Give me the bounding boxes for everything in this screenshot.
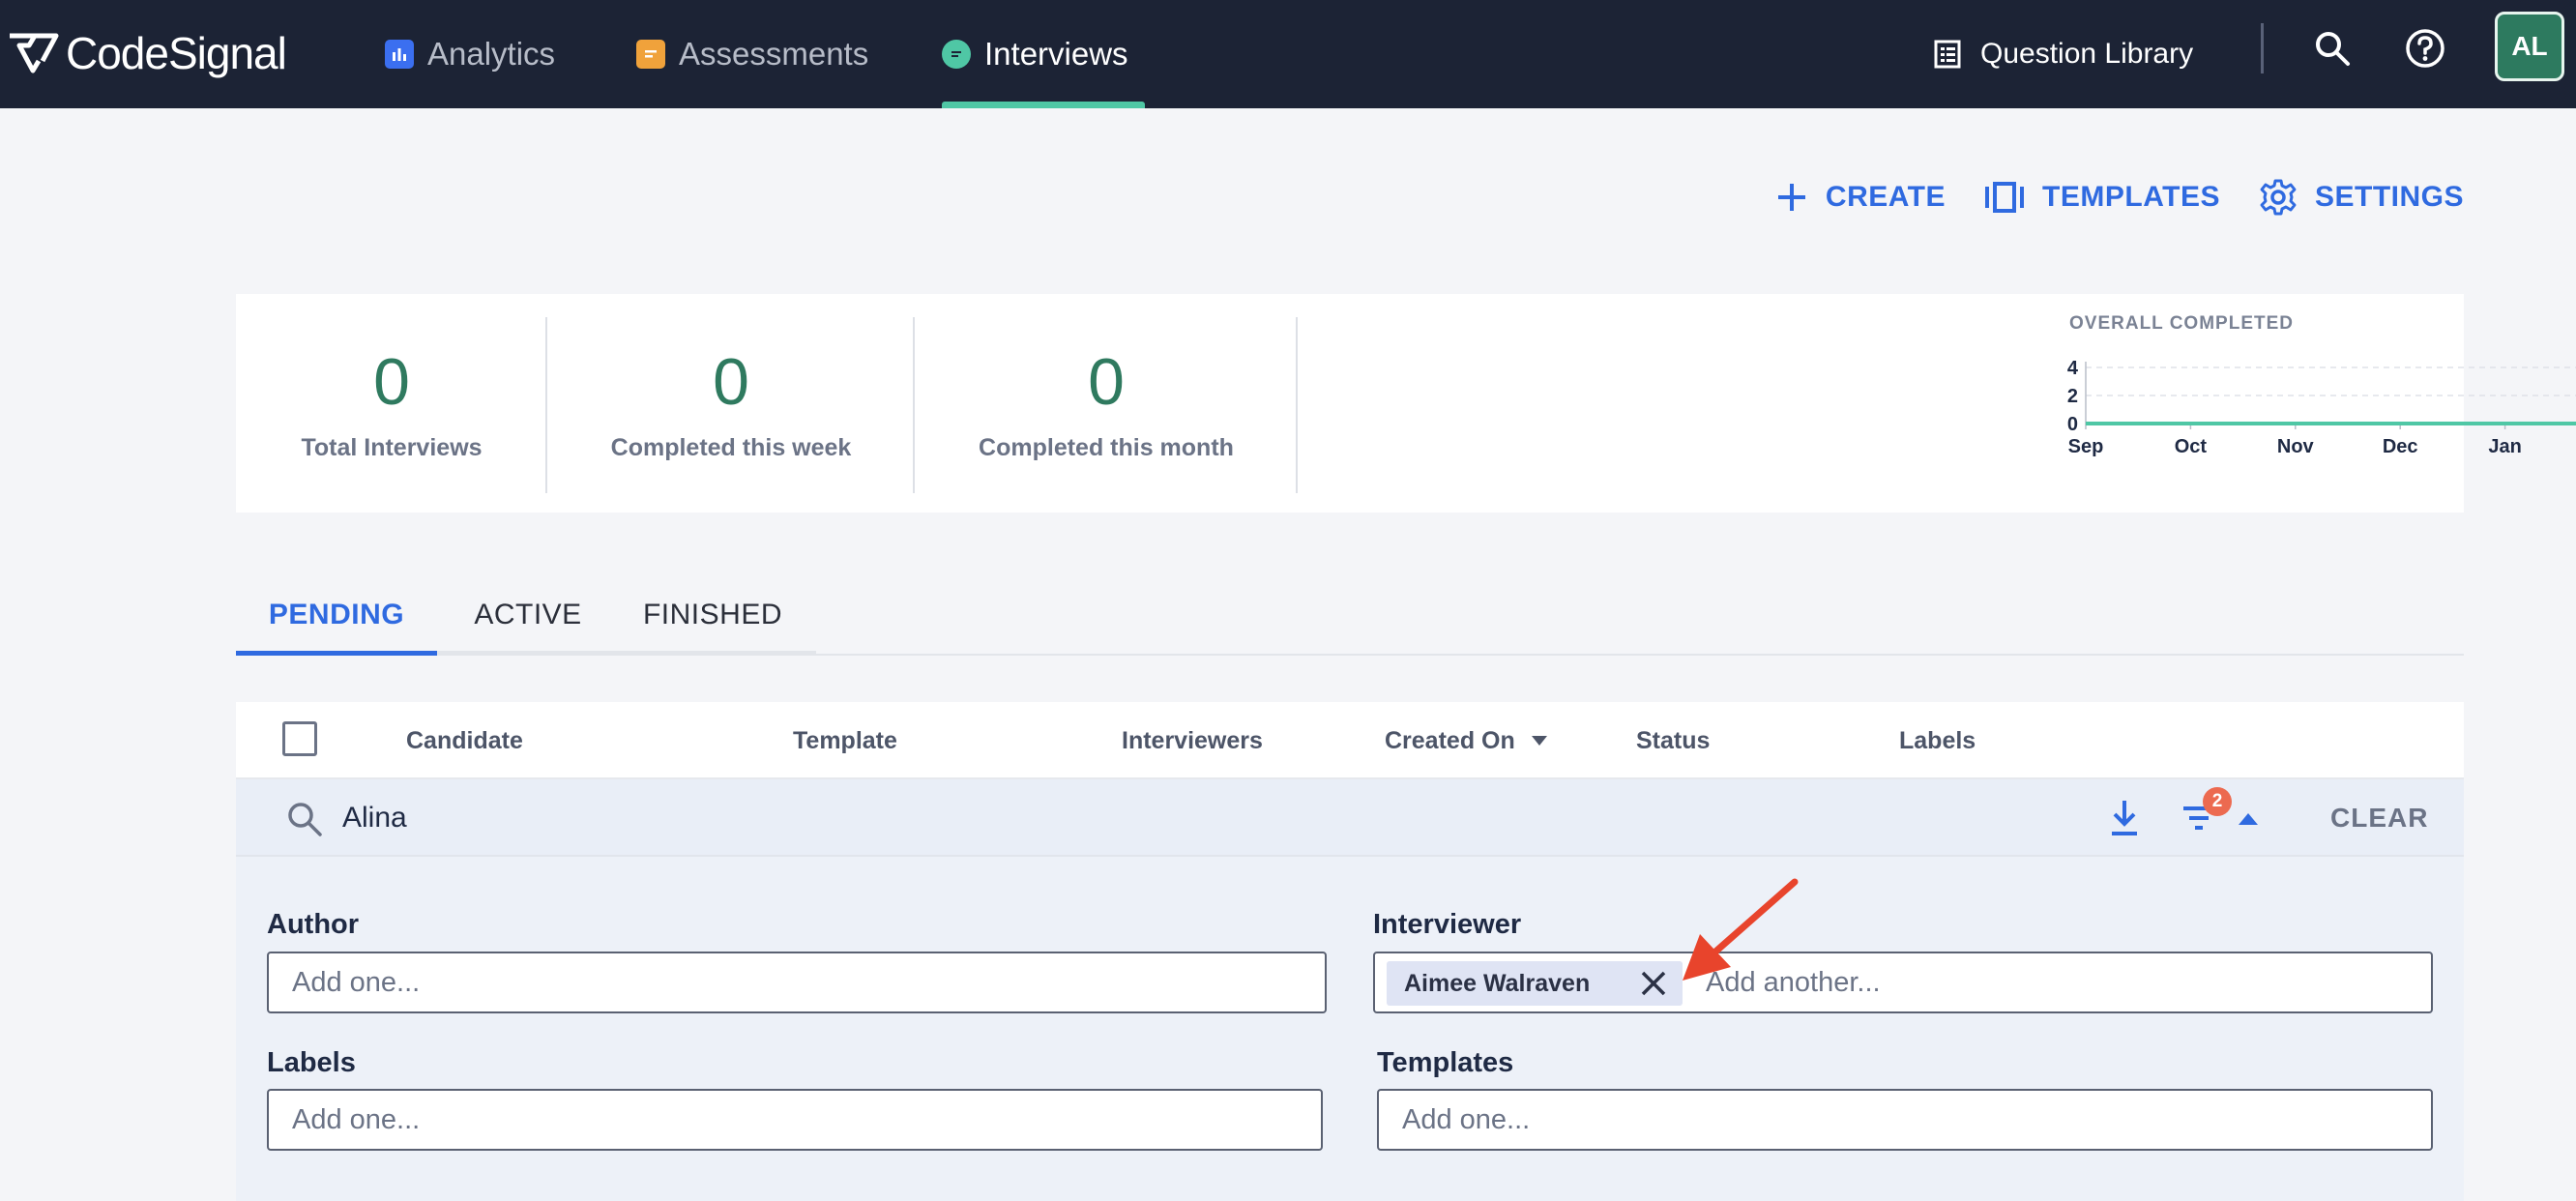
- chat-bubble-icon: [942, 40, 971, 69]
- interviewer-filter-label: Interviewer: [1373, 909, 1522, 940]
- chart-x-tick-label: Oct: [2175, 436, 2208, 457]
- labels-filter-label: Labels: [267, 1047, 356, 1078]
- tabs-baseline: [236, 654, 2464, 656]
- chart-title: OVERALL COMPLETED: [2069, 313, 2294, 334]
- chart-y-tick-label: 4: [2067, 358, 2079, 379]
- search-icon: [288, 803, 322, 836]
- settings-button[interactable]: SETTINGS: [2259, 172, 2464, 222]
- plus-icon: [1777, 184, 1805, 211]
- table-header: Candidate Template Interviewers Created …: [236, 702, 2464, 779]
- annotation-arrow: [1683, 878, 1799, 981]
- chart-y-tick-label: 0: [2067, 414, 2078, 435]
- user-avatar[interactable]: AL: [2495, 12, 2564, 81]
- column-created-on-label: Created On: [1385, 726, 1515, 754]
- download-icon[interactable]: [2108, 799, 2141, 837]
- nav-interviews-label: Interviews: [984, 36, 1128, 72]
- search-icon[interactable]: [2309, 25, 2356, 72]
- stat-completed-month: 0 Completed this month: [915, 294, 1298, 513]
- column-labels[interactable]: Labels: [1899, 702, 1976, 779]
- question-library-link[interactable]: Question Library: [1934, 0, 2193, 108]
- stat-month-label: Completed this month: [979, 433, 1234, 461]
- tab-active[interactable]: ACTIVE: [456, 576, 600, 654]
- codesignal-logo[interactable]: CodeSignal: [6, 19, 287, 87]
- page-actions: CREATE TEMPLATES SETTINGS: [1775, 172, 2464, 222]
- brand-name: CodeSignal: [66, 28, 287, 78]
- column-interviewers[interactable]: Interviewers: [1122, 702, 1263, 779]
- tab-pending[interactable]: PENDING: [236, 576, 437, 656]
- chart-x-tick-label: Dec: [2383, 436, 2418, 457]
- nav-assessments-label: Assessments: [679, 36, 869, 72]
- column-template[interactable]: Template: [793, 702, 897, 779]
- nav-assessments[interactable]: Assessments: [636, 0, 868, 108]
- question-library-label: Question Library: [1980, 38, 2194, 70]
- templates-icon: [1985, 182, 2025, 213]
- chart-x-tick-label: Nov: [2277, 436, 2315, 457]
- settings-label: SETTINGS: [2314, 181, 2464, 213]
- column-status[interactable]: Status: [1636, 702, 1710, 779]
- search-input[interactable]: [342, 793, 1696, 843]
- labels-filter-input[interactable]: [267, 1089, 1323, 1151]
- interview-tabs: PENDING ACTIVE FINISHED: [236, 576, 2464, 656]
- nav-analytics-label: Analytics: [427, 36, 556, 72]
- author-filter-label: Author: [267, 909, 360, 940]
- stat-total-value: 0: [373, 344, 410, 419]
- nav-divider: [2261, 23, 2264, 73]
- templates-label: TEMPLATES: [2042, 181, 2220, 213]
- author-filter-input[interactable]: [267, 952, 1327, 1013]
- codesignal-logo-icon: [10, 33, 59, 73]
- stat-week-label: Completed this week: [610, 433, 852, 461]
- bar-chart-icon: [385, 40, 414, 69]
- stat-divider: [1296, 317, 1298, 493]
- filter-count-badge: 2: [2203, 787, 2232, 816]
- nav-analytics[interactable]: Analytics: [385, 0, 555, 108]
- select-all-checkbox[interactable]: [282, 721, 317, 756]
- assessment-icon: [636, 40, 665, 69]
- search-row: 2 CLEAR: [236, 779, 2464, 857]
- stats-card: 0 Total Interviews 0 Completed this week…: [236, 294, 2576, 513]
- templates-button[interactable]: TEMPLATES: [1984, 172, 2220, 222]
- stat-week-value: 0: [713, 344, 749, 419]
- stat-total-interviews: 0 Total Interviews: [236, 294, 547, 513]
- overall-completed-chart: 024SepOctNovDecJanFeb: [2067, 358, 2576, 457]
- sort-down-icon: [1531, 736, 1547, 746]
- chart-x-tick-label: Jan: [2488, 436, 2521, 457]
- collapse-up-icon[interactable]: [2238, 812, 2259, 826]
- column-candidate[interactable]: Candidate: [406, 702, 523, 779]
- templates-filter-input[interactable]: [1377, 1089, 2433, 1151]
- library-icon: [1934, 40, 1961, 69]
- create-label: CREATE: [1825, 181, 1947, 213]
- gear-icon: [2260, 179, 2297, 216]
- interviewer-chip: Aimee Walraven: [1387, 961, 1683, 1006]
- column-created-on[interactable]: Created On: [1385, 702, 1548, 779]
- stat-total-label: Total Interviews: [301, 433, 483, 461]
- create-button[interactable]: CREATE: [1775, 172, 1946, 222]
- interviewer-filter-field[interactable]: Aimee Walraven: [1373, 952, 2433, 1013]
- stat-month-value: 0: [1088, 344, 1125, 419]
- chart-y-tick-label: 2: [2067, 386, 2078, 407]
- chart-x-tick-label: Sep: [2068, 436, 2104, 457]
- help-icon[interactable]: [2402, 25, 2448, 72]
- nav-interviews[interactable]: Interviews: [942, 0, 1145, 108]
- templates-filter-label: Templates: [1377, 1047, 1514, 1078]
- top-navigation-bar: CodeSignal Analytics Assessments Intervi…: [0, 0, 2576, 108]
- clear-filters-button[interactable]: CLEAR: [2330, 779, 2428, 857]
- interviewer-chip-label: Aimee Walraven: [1404, 969, 1591, 997]
- stat-completed-week: 0 Completed this week: [547, 294, 915, 513]
- tab-finished[interactable]: FINISHED: [617, 576, 808, 654]
